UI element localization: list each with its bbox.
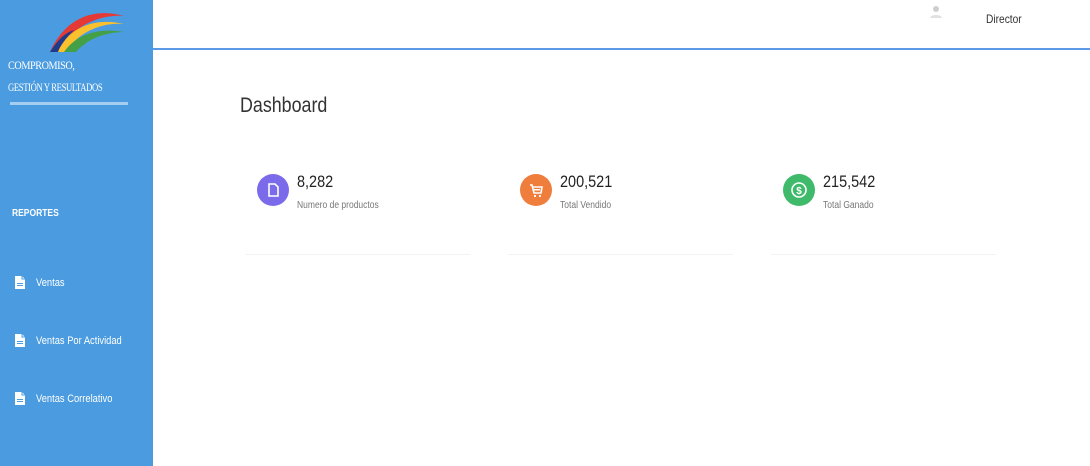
- sidebar-item-label: Ventas Correlativo: [36, 392, 113, 405]
- stat-value: 215,542: [823, 172, 876, 191]
- stat-value: 200,521: [560, 172, 613, 191]
- sidebar: COMPROMISO, GESTIÓN Y RESULTADOS REPORTE…: [0, 0, 153, 466]
- logo-text-line1: COMPROMISO,: [8, 58, 75, 72]
- stat-caption: Total Ganado: [823, 200, 874, 211]
- document-icon: [14, 391, 26, 406]
- stat-card-ganado: $ 215,542 Total Ganado: [771, 160, 996, 255]
- swoosh-logo-icon: [50, 13, 124, 52]
- sidebar-item-ventas-correlativo[interactable]: Ventas Correlativo: [14, 391, 126, 406]
- brand-logo[interactable]: COMPROMISO, GESTIÓN Y RESULTADOS: [8, 6, 148, 126]
- dollar-icon: $: [783, 174, 815, 206]
- sidebar-item-ventas[interactable]: Ventas: [14, 275, 70, 290]
- document-icon: [14, 275, 26, 290]
- stat-card-productos: 8,282 Numero de productos: [245, 160, 470, 255]
- sidebar-item-ventas-por-actividad[interactable]: Ventas Por Actividad: [14, 333, 137, 348]
- sidebar-item-label: Ventas: [36, 276, 65, 289]
- stat-caption: Total Vendido: [560, 200, 612, 211]
- stat-caption: Numero de productos: [297, 200, 379, 211]
- svg-text:$: $: [796, 186, 802, 197]
- stat-card-vendido: 200,521 Total Vendido: [508, 160, 733, 255]
- document-icon: [14, 333, 26, 348]
- top-header: [153, 0, 1090, 50]
- logo-text-line2: GESTIÓN Y RESULTADOS: [8, 80, 103, 94]
- page-title: Dashboard: [240, 94, 328, 117]
- user-role-label[interactable]: Director: [986, 12, 1022, 26]
- document-icon: [257, 174, 289, 206]
- user-avatar-icon[interactable]: [928, 4, 944, 20]
- stat-value: 8,282: [297, 172, 334, 191]
- sidebar-section-title: REPORTES: [12, 208, 59, 219]
- logo-tagline-rule: [10, 102, 128, 105]
- cart-icon: [520, 174, 552, 206]
- sidebar-item-label: Ventas Por Actividad: [36, 334, 122, 347]
